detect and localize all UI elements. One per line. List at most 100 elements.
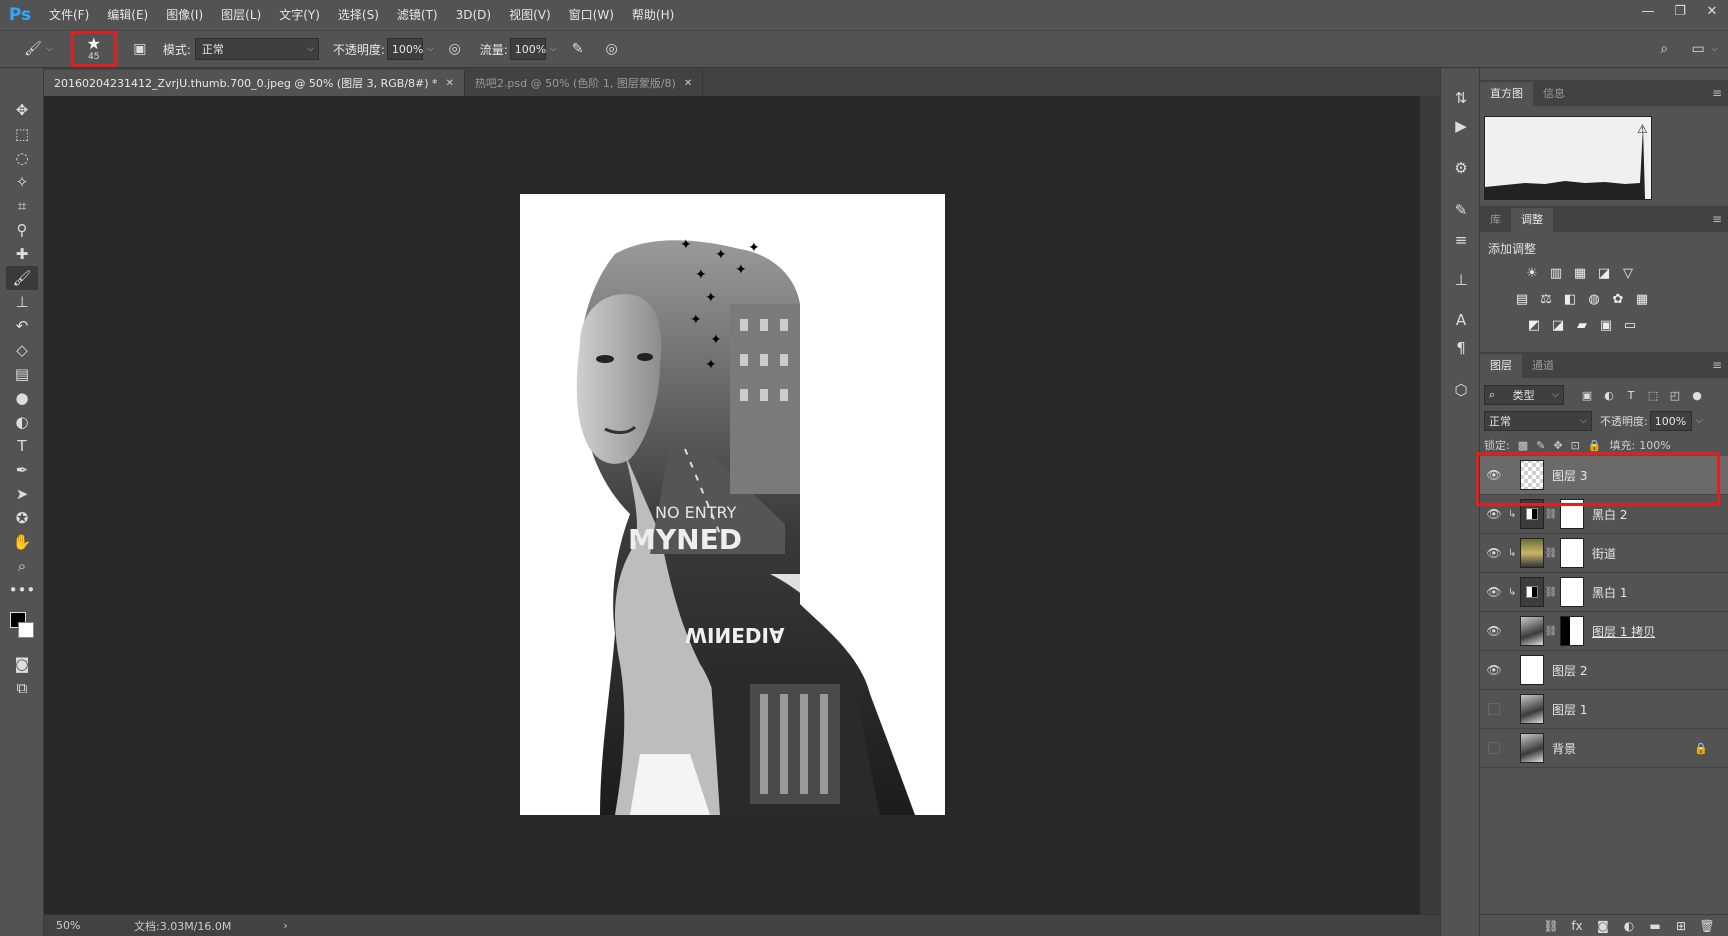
fill-value[interactable]: 100% xyxy=(1639,439,1670,452)
restore-button[interactable]: ❐ xyxy=(1664,0,1696,22)
stamp-tool-icon[interactable]: ⊥ xyxy=(6,290,38,314)
brush-settings-icon[interactable]: ≡ xyxy=(1449,228,1473,252)
menu-image[interactable]: 图像(I) xyxy=(157,0,212,30)
visibility-eye-icon[interactable]: 👁 xyxy=(1480,456,1508,495)
paragraph-panel-icon[interactable]: ¶ xyxy=(1449,336,1473,360)
visibility-eye-icon[interactable]: 👁 xyxy=(1480,573,1508,612)
zoom-tool-icon[interactable]: ⌕ xyxy=(6,554,38,578)
lock-position-icon[interactable]: ✥ xyxy=(1553,439,1562,452)
menu-window[interactable]: 窗口(W) xyxy=(560,0,623,30)
link-chain-icon[interactable]: ⛓ xyxy=(1544,587,1558,598)
panel-menu-icon[interactable]: ≡ xyxy=(1712,212,1722,226)
link-chain-icon[interactable]: ⛓ xyxy=(1544,509,1558,520)
minimize-button[interactable]: — xyxy=(1632,0,1664,22)
close-icon[interactable]: ✕ xyxy=(446,78,454,89)
gradient-tool-icon[interactable]: ▤ xyxy=(6,362,38,386)
vibrance-icon[interactable]: ▽ xyxy=(1618,264,1638,282)
gradient-map-icon[interactable]: ▭ xyxy=(1620,316,1640,334)
invert-icon[interactable]: ◩ xyxy=(1524,316,1544,334)
menu-select[interactable]: 选择(S) xyxy=(329,0,388,30)
workspace-chevron-icon[interactable]: ⌵ xyxy=(1711,44,1718,54)
opacity-input[interactable]: 100% xyxy=(386,38,423,60)
brush-panel-toggle-icon[interactable]: ▣ xyxy=(127,36,153,62)
brush-tool-icon[interactable]: 🖌 xyxy=(20,36,46,62)
filter-shape-icon[interactable]: ⬚ xyxy=(1642,385,1664,405)
opacity-chevron-icon[interactable]: ⌵ xyxy=(427,44,434,54)
tab-layers[interactable]: 图层 xyxy=(1480,354,1522,378)
menu-layer[interactable]: 图层(L) xyxy=(212,0,270,30)
menu-view[interactable]: 视图(V) xyxy=(500,0,560,30)
menu-edit[interactable]: 编辑(E) xyxy=(98,0,157,30)
visibility-eye-icon[interactable]: 👁 xyxy=(1480,495,1508,534)
flow-chevron-icon[interactable]: ⌵ xyxy=(550,44,557,54)
link-chain-icon[interactable]: ⛓ xyxy=(1544,626,1558,637)
close-button[interactable]: ✕ xyxy=(1696,0,1728,22)
opacity-chevron-icon[interactable]: ⌵ xyxy=(1696,416,1703,426)
tab-adjustments[interactable]: 调整 xyxy=(1511,208,1553,232)
brush-preset-picker[interactable]: ★ 45 xyxy=(70,31,117,67)
filter-pixel-icon[interactable]: ▣ xyxy=(1576,385,1598,405)
layer-kind-select[interactable]: ⌕ 类型 ⌵ xyxy=(1484,385,1564,405)
character-panel-icon[interactable]: A xyxy=(1449,308,1473,332)
layer-row-bw-2[interactable]: 👁 ↳ ⛓ 黑白 2 xyxy=(1480,495,1728,534)
brightness-icon[interactable]: ☀ xyxy=(1522,264,1542,282)
warning-icon[interactable]: ⚠ xyxy=(1637,122,1648,136)
workspace-icon[interactable]: ▭ xyxy=(1685,36,1711,62)
quick-mask-icon[interactable]: ◙ xyxy=(6,652,38,676)
mask-thumbnail[interactable] xyxy=(1560,616,1584,646)
mask-thumbnail[interactable] xyxy=(1560,499,1584,529)
panel-menu-icon[interactable]: ≡ xyxy=(1712,86,1722,100)
tab-library[interactable]: 库 xyxy=(1480,208,1511,232)
actions-panel-icon[interactable]: ▶ xyxy=(1449,114,1473,138)
vertical-scrollbar[interactable] xyxy=(1420,96,1440,914)
visibility-toggle-off[interactable] xyxy=(1480,690,1508,729)
visibility-toggle-off[interactable] xyxy=(1480,729,1508,768)
tab-channels[interactable]: 通道 xyxy=(1522,354,1564,378)
visibility-eye-icon[interactable]: 👁 xyxy=(1480,612,1508,651)
link-chain-icon[interactable]: ⛓ xyxy=(1544,548,1558,559)
add-mask-icon[interactable]: ◙ xyxy=(1590,919,1616,933)
status-arrow-icon[interactable]: › xyxy=(283,919,287,932)
screen-mode-icon[interactable]: ⧉ xyxy=(6,676,38,700)
shape-tool-icon[interactable]: ✪ xyxy=(6,506,38,530)
lock-pixels-icon[interactable]: ✎ xyxy=(1536,439,1545,452)
blur-tool-icon[interactable]: ● xyxy=(6,386,38,410)
tab-document-1[interactable]: 20160204231412_ZvrjU.thumb.700_0.jpeg @ … xyxy=(44,70,465,96)
menu-filter[interactable]: 滤镜(T) xyxy=(388,0,447,30)
threshold-icon[interactable]: ▰ xyxy=(1572,316,1592,334)
panel-menu-icon[interactable]: ≡ xyxy=(1712,358,1722,372)
search-icon[interactable]: ⌕ xyxy=(1651,36,1677,62)
hand-tool-icon[interactable]: ✋ xyxy=(6,530,38,554)
layer-row-street[interactable]: 👁 ↳ ⛓ 街道 xyxy=(1480,534,1728,573)
eyedropper-tool-icon[interactable]: ⚲ xyxy=(6,218,38,242)
selective-color-icon[interactable]: ▣ xyxy=(1596,316,1616,334)
zoom-level[interactable]: 50% xyxy=(56,919,116,932)
marquee-tool-icon[interactable]: ⬚ xyxy=(6,122,38,146)
mode-select[interactable]: 正常 ⌵ xyxy=(194,38,319,60)
exposure-icon[interactable]: ◪ xyxy=(1594,264,1614,282)
healing-brush-tool-icon[interactable]: ✚ xyxy=(6,242,38,266)
airbrush-icon[interactable]: ✎ xyxy=(565,36,591,62)
hue-saturation-icon[interactable]: ▤ xyxy=(1512,290,1532,308)
type-tool-icon[interactable]: T xyxy=(6,434,38,458)
flow-input[interactable]: 100% xyxy=(509,38,546,60)
menu-file[interactable]: 文件(F) xyxy=(40,0,98,30)
color-lookup-icon[interactable]: ▦ xyxy=(1632,290,1652,308)
tab-document-2[interactable]: 热吧2.psd @ 50% (色阶 1, 图层蒙版/8) ✕ xyxy=(464,70,704,96)
lock-all-icon[interactable]: 🔒 xyxy=(1588,439,1602,452)
blend-mode-select[interactable]: 正常 ⌵ xyxy=(1484,411,1592,431)
color-swatches[interactable] xyxy=(6,608,38,644)
delete-layer-icon[interactable]: 🗑 xyxy=(1694,919,1720,933)
lock-transparent-icon[interactable]: ▩ xyxy=(1518,439,1528,452)
filter-smart-icon[interactable]: ◰ xyxy=(1664,385,1686,405)
black-white-icon[interactable]: ◧ xyxy=(1560,290,1580,308)
layer-row-layer-2[interactable]: 👁 图层 2 xyxy=(1480,651,1728,690)
layer-row-bw-1[interactable]: 👁 ↳ ⛓ 黑白 1 xyxy=(1480,573,1728,612)
fx-icon[interactable]: fx xyxy=(1564,919,1590,933)
tab-histogram[interactable]: 直方图 xyxy=(1480,82,1533,106)
close-icon[interactable]: ✕ xyxy=(684,78,692,89)
brush-panel-icon[interactable]: ✎ xyxy=(1449,198,1473,222)
levels-icon[interactable]: ▥ xyxy=(1546,264,1566,282)
move-tool-icon[interactable]: ✥ xyxy=(6,98,38,122)
new-layer-icon[interactable]: ⊞ xyxy=(1668,919,1694,933)
